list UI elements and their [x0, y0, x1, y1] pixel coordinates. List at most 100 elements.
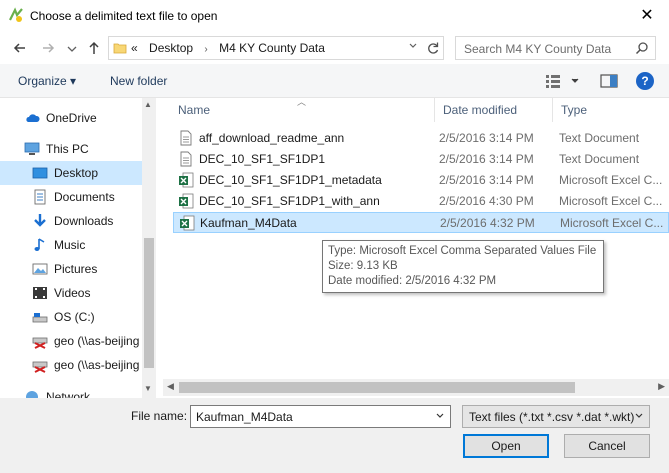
sidebar-item-label: Music	[54, 238, 86, 252]
folder-icon	[113, 43, 127, 54]
file-row-selected[interactable]: Kaufman_M4Data 2/5/2016 4:32 PM Microsof…	[173, 212, 669, 233]
sidebar-item-label: Pictures	[54, 262, 98, 276]
scroll-down-icon[interactable]: ▼	[144, 384, 152, 393]
network-drive-icon	[32, 361, 48, 373]
address-bar[interactable]: « Desktop › M4 KY County Data	[108, 36, 444, 60]
window-title: Choose a delimited text file to open	[30, 9, 218, 23]
search-icon[interactable]	[635, 41, 649, 55]
close-button[interactable]: ✕	[635, 4, 659, 28]
chevron-down-icon	[436, 413, 444, 418]
sidebar-item-onedrive[interactable]: OneDrive	[0, 106, 142, 130]
breadcrumb-desktop[interactable]: Desktop	[149, 41, 193, 55]
file-date: 2/5/2016 3:14 PM	[439, 152, 534, 166]
file-name: aff_download_readme_ann	[199, 131, 345, 145]
column-header-label: Type	[561, 103, 588, 117]
sidebar-item-os-c[interactable]: OS (C:)	[0, 305, 142, 329]
sidebar-item-label: geo (\\as-beijing	[54, 358, 140, 372]
file-row[interactable]: DEC_10_SF1_SF1DP1 2/5/2016 3:14 PM Text …	[173, 149, 669, 170]
file-list-horizontal-scrollbar[interactable]: ◀ ▶	[163, 379, 669, 396]
music-icon	[34, 238, 45, 251]
new-folder-button[interactable]: New folder	[110, 74, 167, 88]
sidebar-item-label: OneDrive	[46, 111, 97, 125]
sort-ascending-icon: ︿	[297, 98, 307, 107]
cloud-icon	[26, 114, 40, 122]
file-type: Microsoft Excel C...	[559, 173, 663, 187]
file-name: DEC_10_SF1_SF1DP1	[199, 152, 326, 166]
sidebar-item-label: Network	[46, 390, 91, 398]
videos-icon	[33, 287, 47, 299]
column-header-date-modified[interactable]: Date modified	[434, 98, 552, 122]
column-header-type[interactable]: Type	[552, 98, 669, 122]
qgis-app-icon	[9, 7, 23, 22]
downloads-icon	[34, 214, 46, 227]
command-bar: Organize ▾ New folder ?	[0, 64, 669, 98]
text-file-icon	[180, 130, 192, 146]
tooltip-type: Type: Microsoft Excel Comma Separated Va…	[328, 245, 597, 257]
file-type: Text Document	[559, 131, 640, 145]
sidebar-item-this-pc[interactable]: This PC	[0, 137, 142, 161]
file-type: Microsoft Excel C...	[559, 194, 663, 208]
scrollbar-thumb[interactable]	[179, 382, 575, 393]
file-type-filter-value: Text files (*.txt *.csv *.dat *.wkt)	[469, 410, 635, 424]
file-name-input[interactable]: Kaufman_M4Data	[190, 405, 451, 428]
search-placeholder: Search M4 KY County Data	[464, 42, 612, 56]
title-bar: Choose a delimited text file to open ✕	[0, 0, 669, 32]
chevron-down-icon	[67, 46, 77, 52]
help-icon[interactable]: ?	[636, 72, 654, 90]
sidebar-item-pictures[interactable]: Pictures	[0, 257, 142, 281]
scroll-right-icon[interactable]: ▶	[658, 381, 665, 392]
sidebar-item-network-drive-1[interactable]: geo (\\as-beijing	[0, 329, 142, 353]
chevron-down-icon	[635, 413, 643, 418]
network-icon	[26, 391, 38, 398]
file-type: Text Document	[559, 152, 640, 166]
address-dropdown-button[interactable]	[405, 40, 421, 56]
scrollbar-thumb[interactable]	[144, 238, 154, 368]
tooltip-size: Size: 9.13 KB	[328, 260, 398, 272]
sidebar-item-desktop[interactable]: Desktop	[0, 161, 142, 185]
network-drive-icon	[32, 337, 48, 349]
cancel-button[interactable]: Cancel	[564, 434, 650, 458]
sidebar-item-music[interactable]: Music	[0, 233, 142, 257]
up-button[interactable]	[84, 38, 104, 58]
file-type-filter-select[interactable]: Text files (*.txt *.csv *.dat *.wkt)	[462, 405, 650, 428]
sidebar-scrollbar[interactable]: ▲ ▼	[142, 98, 156, 398]
navigation-pane: OneDrive This PC Desktop Documents Downl…	[0, 98, 156, 398]
file-row[interactable]: aff_download_readme_ann 2/5/2016 3:14 PM…	[173, 128, 669, 149]
file-row[interactable]: DEC_10_SF1_SF1DP1_with_ann 2/5/2016 4:30…	[173, 191, 669, 212]
open-button[interactable]: Open	[463, 434, 549, 458]
breadcrumb-overflow[interactable]: «	[131, 41, 138, 55]
excel-file-icon	[179, 193, 194, 209]
recent-locations-button[interactable]	[62, 38, 77, 58]
column-header-name[interactable]: ︿ Name	[170, 98, 434, 122]
sidebar-item-network-drive-2[interactable]: geo (\\as-beijing	[0, 353, 142, 377]
desktop-icon	[32, 167, 48, 179]
file-name-dropdown-button[interactable]	[434, 410, 446, 425]
breadcrumb-current-folder[interactable]: M4 KY County Data	[219, 41, 325, 55]
back-button[interactable]	[10, 38, 30, 58]
arrow-up-icon	[89, 41, 99, 54]
sidebar-item-videos[interactable]: Videos	[0, 281, 142, 305]
file-name-label: File name:	[131, 409, 188, 423]
pictures-icon	[32, 263, 48, 275]
address-row: « Desktop › M4 KY County Data Search M4 …	[0, 32, 669, 64]
forward-button[interactable]	[38, 38, 58, 58]
refresh-icon[interactable]	[425, 40, 441, 56]
organize-menu[interactable]: Organize ▾	[18, 74, 76, 88]
sidebar-item-documents[interactable]: Documents	[0, 185, 142, 209]
scroll-up-icon[interactable]: ▲	[144, 100, 152, 109]
view-options-icon[interactable]	[544, 73, 584, 89]
preview-pane-icon[interactable]	[600, 73, 618, 89]
sidebar-item-label: Downloads	[54, 214, 114, 228]
scroll-left-icon[interactable]: ◀	[167, 381, 174, 392]
dialog-footer: File name: Kaufman_M4Data Text files (*.…	[0, 398, 669, 473]
sidebar-item-network[interactable]: Network	[0, 385, 142, 398]
sidebar-item-downloads[interactable]: Downloads	[0, 209, 142, 233]
breadcrumb-separator[interactable]: ›	[204, 44, 207, 55]
sidebar-item-label: Documents	[54, 190, 115, 204]
arrow-left-icon	[13, 43, 25, 53]
search-box[interactable]: Search M4 KY County Data	[455, 36, 656, 60]
file-type-filter-dropdown[interactable]	[633, 410, 645, 425]
file-row[interactable]: DEC_10_SF1_SF1DP1_metadata 2/5/2016 3:14…	[173, 170, 669, 191]
sidebar-item-label: Videos	[54, 286, 91, 300]
column-header-label: Date modified	[443, 103, 518, 117]
